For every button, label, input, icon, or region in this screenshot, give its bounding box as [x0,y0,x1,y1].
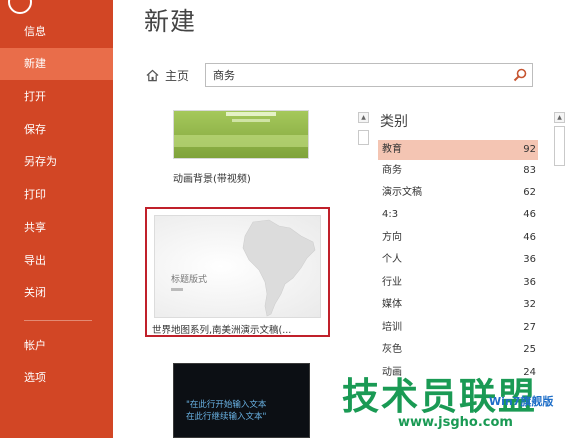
scroll-up-arrow-icon[interactable]: ▲ [358,112,369,123]
category-count: 83 [523,165,536,176]
template-caption: 世界地图系列,南美洲演示文稿(... [152,325,292,336]
category-count: 46 [523,232,536,243]
south-america-map-icon [242,219,316,317]
search-icon[interactable] [513,68,527,82]
thumbnail-text-line: 在此行继续输入文本" [186,412,267,422]
nav-close[interactable]: 关闭 [0,277,113,309]
category-count: 36 [523,254,536,265]
sidebar-divider [24,320,92,321]
category-item[interactable]: 培训 27 [378,318,538,338]
category-name: 媒体 [382,299,402,310]
category-count: 36 [523,277,536,288]
templates-scrollbar[interactable]: ▲ [356,110,371,438]
category-count: 27 [523,322,536,333]
template-card-south-america-map[interactable]: 标题版式 世界地图系列,南美洲演示文稿(... [145,207,330,337]
scrollbar-thumb[interactable] [554,126,565,166]
category-item[interactable]: 媒体 32 [378,295,538,315]
category-item[interactable]: 行业 36 [378,273,538,293]
category-name: 演示文稿 [382,187,422,198]
scroll-up-arrow-icon[interactable]: ▲ [554,112,565,123]
nav-account[interactable]: 帐户 [0,330,113,362]
nav-share[interactable]: 共享 [0,212,113,244]
home-icon [146,69,159,81]
category-count: 46 [523,209,536,220]
new-panel: 新建 主页 动画背景(带视频) 标题版式 世界地图系 [113,0,572,438]
template-thumbnail: 标题版式 [154,215,321,318]
category-count: 32 [523,299,536,310]
nav-new[interactable]: 新建 [0,48,113,80]
category-count: 25 [523,344,536,355]
category-item[interactable]: 教育 92 [378,140,538,160]
category-panel: 类别 教育 92 商务 83 演示文稿 62 4:3 46 方向 46 个人 3… [375,108,554,438]
category-item[interactable]: 演示文稿 62 [378,183,538,203]
category-name: 行业 [382,277,402,288]
category-item[interactable]: 4:3 46 [378,205,538,225]
category-count: 62 [523,187,536,198]
thumbnail-title-line [226,112,276,116]
template-card-dark[interactable]: "在此行开始输入文本 在此行继续输入文本" [173,363,310,438]
category-name: 教育 [382,144,402,155]
category-name: 灰色 [382,344,402,355]
search-input[interactable] [213,67,503,83]
category-item[interactable]: 方向 46 [378,228,538,248]
category-item[interactable]: 个人 36 [378,250,538,270]
category-name: 4:3 [382,209,399,220]
category-heading: 类别 [380,114,408,130]
template-thumbnail [173,110,309,159]
template-search [205,63,533,87]
category-scrollbar[interactable]: ▲ [552,110,567,438]
nav-export[interactable]: 导出 [0,245,113,277]
home-label: 主页 [165,68,190,83]
scrollbar-thumb[interactable] [358,130,369,145]
thumbnail-subtitle-line [232,119,270,122]
category-item[interactable]: 商务 83 [378,161,538,181]
category-name: 动画 [382,367,402,378]
category-count: 92 [523,144,536,155]
category-name: 商务 [382,165,402,176]
category-count: 24 [523,367,536,378]
page-title: 新建 [144,7,197,36]
nav-save-as[interactable]: 另存为 [0,146,113,178]
thumbnail-band [174,135,308,147]
nav-options[interactable]: 选项 [0,362,113,394]
thumbnail-text-line: "在此行开始输入文本 [186,400,267,410]
category-name: 方向 [382,232,402,243]
nav-save[interactable]: 保存 [0,114,113,146]
nav-print[interactable]: 打印 [0,179,113,211]
template-caption: 动画背景(带视频) [173,174,251,185]
category-item[interactable]: 动画 24 [378,363,538,383]
nav-info[interactable]: 信息 [0,16,113,48]
category-name: 培训 [382,322,402,333]
nav-open[interactable]: 打开 [0,81,113,113]
back-arrow-icon[interactable] [8,0,32,14]
category-item[interactable]: 灰色 25 [378,340,538,360]
backstage-sidebar: 信息 新建 打开 保存 另存为 打印 共享 导出 关闭 帐户 选项 [0,0,113,438]
thumbnail-title: 标题版式 [171,275,208,285]
thumbnail-subtitle-line [171,288,183,291]
home-link[interactable]: 主页 [146,66,189,84]
category-name: 个人 [382,254,402,265]
template-card-animated-background[interactable]: 动画背景(带视频) [173,110,343,185]
